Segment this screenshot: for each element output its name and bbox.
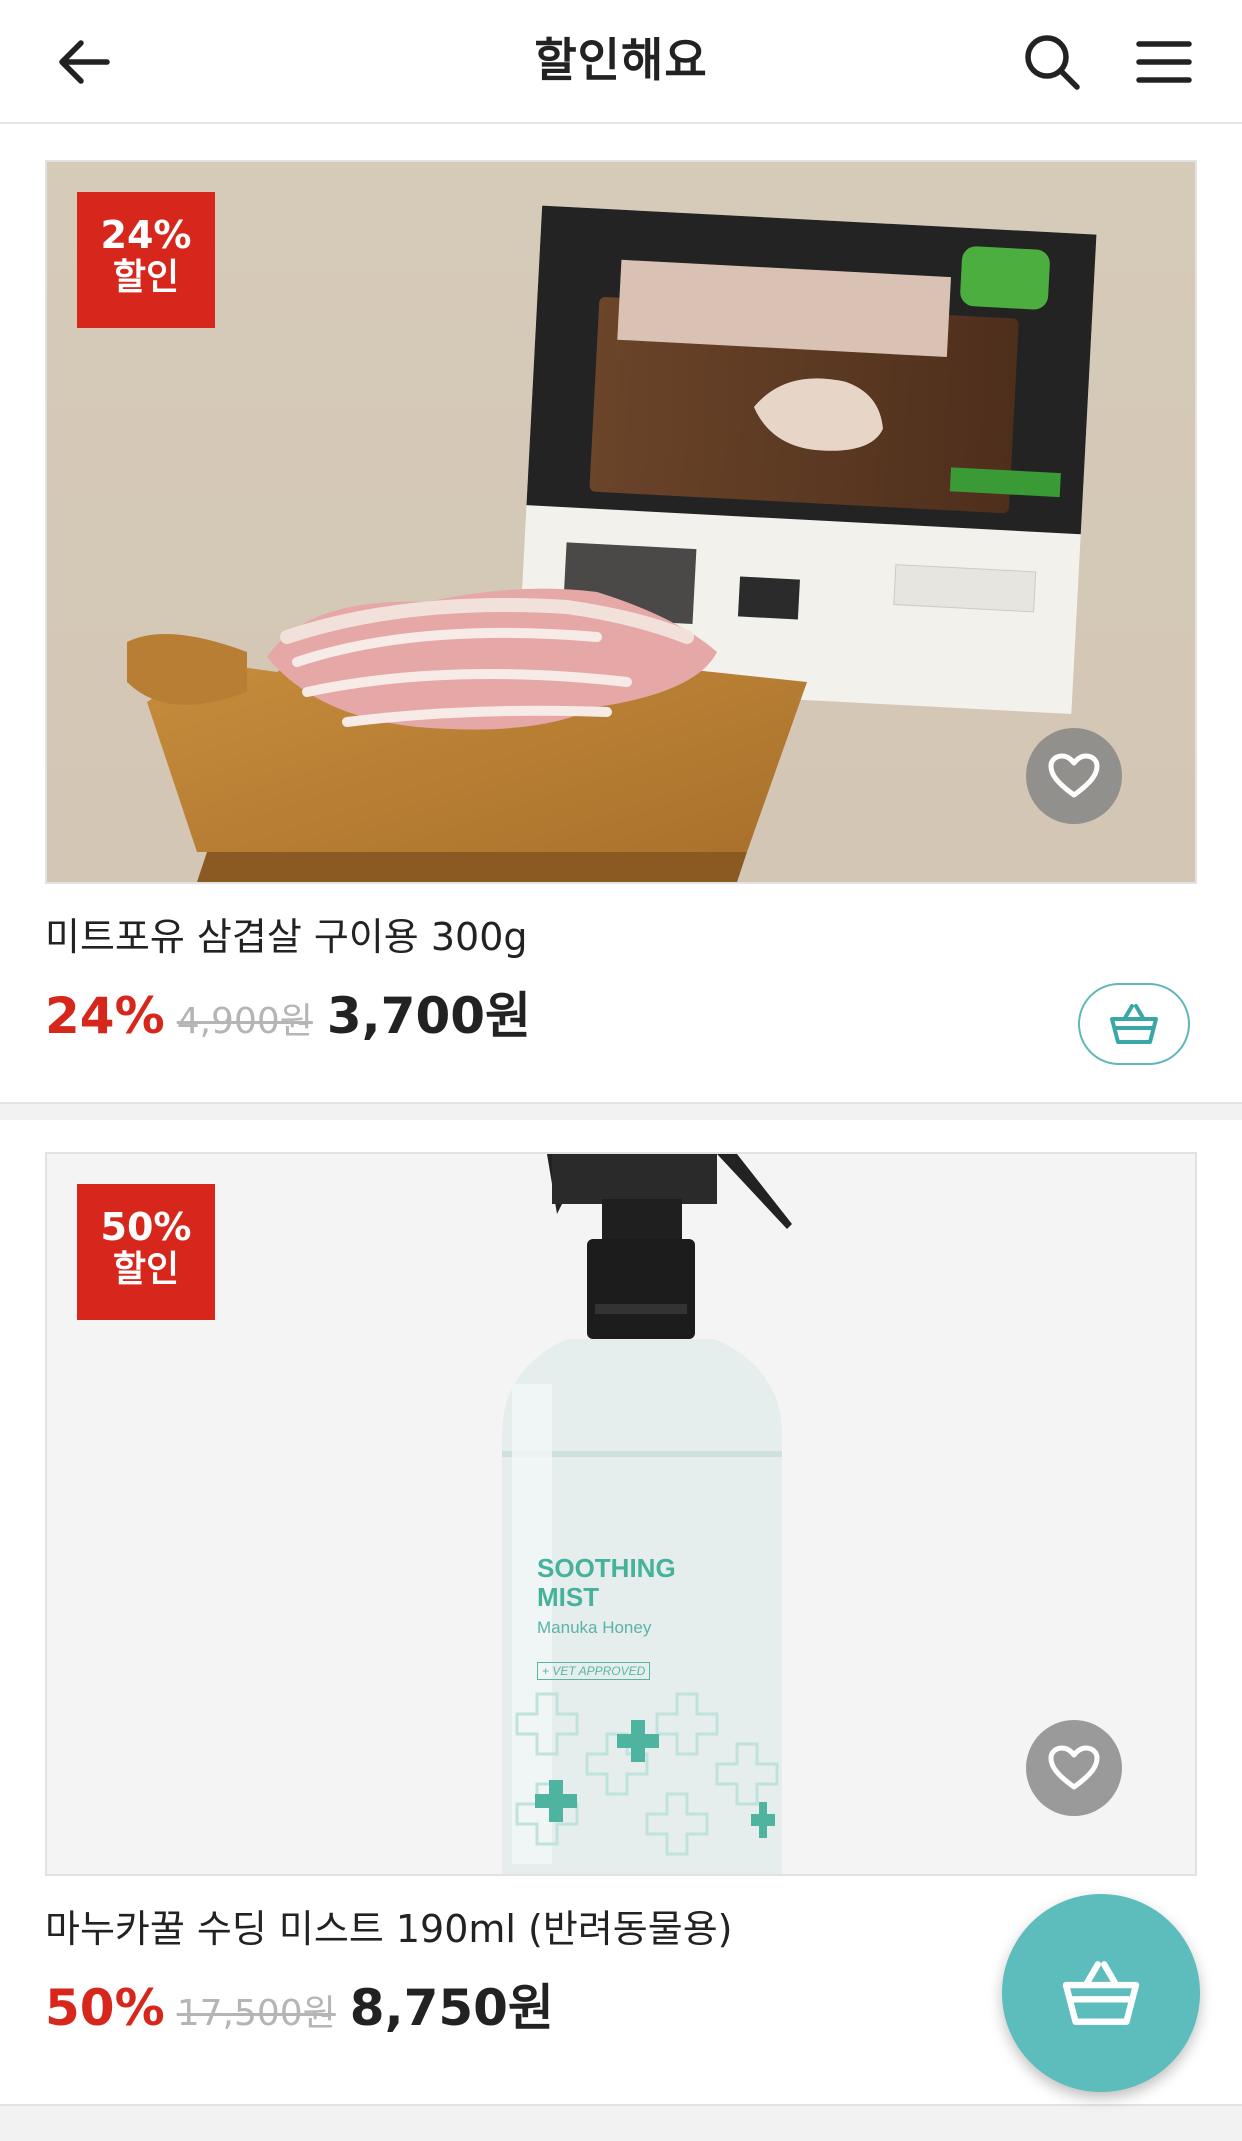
discount-percent: 50% [45, 1979, 165, 2037]
search-icon [1025, 35, 1080, 90]
original-price: 17,500원 [176, 1993, 336, 2034]
product-card[interactable]: 24% 할인 미트포유 삼겹살 구이용 300g 24% 4,900원 3,70… [0, 128, 1242, 1103]
menu-button[interactable] [1124, 0, 1204, 124]
product-image[interactable]: 24% 할인 [45, 160, 1197, 884]
product-image[interactable]: SOOTHING MIST Manuka Honey + VET APPROVE… [45, 1152, 1197, 1876]
heart-outline-icon [1048, 1745, 1100, 1790]
hamburger-menu-icon [1136, 41, 1192, 83]
shopping-basket-icon [1062, 1961, 1140, 2025]
top-app-bar: 할인해요 [0, 0, 1242, 124]
badge-label: 할인 [112, 257, 180, 298]
search-button[interactable] [1012, 0, 1092, 124]
badge-percent: 24% [100, 213, 192, 257]
bottle-text-line1: SOOTHING [537, 1553, 676, 1583]
shopping-basket-icon [1110, 1004, 1158, 1044]
wishlist-button[interactable] [1026, 1720, 1122, 1816]
badge-label: 할인 [112, 1249, 180, 1290]
card-divider [0, 1102, 1242, 1120]
bottle-label: SOOTHING MIST Manuka Honey + VET APPROVE… [537, 1554, 757, 1680]
meat-product-illustration [47, 162, 1195, 882]
sale-price: 8,750원 [349, 1979, 554, 2037]
product-name[interactable]: 마누카꿀 수딩 미스트 190ml (반려동물용) [45, 1898, 733, 1953]
sale-price: 3,700원 [326, 987, 532, 1045]
heart-outline-icon [1048, 753, 1100, 798]
bottle-text-line2: MIST [537, 1582, 600, 1612]
price-row: 24% 4,900원 3,700원 [45, 976, 531, 1046]
price-row: 50% 17,500원 8,750원 [45, 1968, 554, 2038]
mist-product-illustration [47, 1154, 1195, 1874]
card-divider [0, 2104, 1242, 2141]
bottle-text-line4: + VET APPROVED [537, 1662, 651, 1680]
discount-percent: 24% [45, 987, 165, 1045]
discount-badge: 50% 할인 [77, 1184, 215, 1320]
bottle-text-line3: Manuka Honey [537, 1618, 652, 1637]
floating-cart-button[interactable] [1002, 1894, 1200, 2092]
discount-badge: 24% 할인 [77, 192, 215, 328]
add-to-cart-button[interactable] [1078, 983, 1190, 1065]
wishlist-button[interactable] [1026, 728, 1122, 824]
badge-percent: 50% [100, 1205, 192, 1249]
original-price: 4,900원 [176, 1001, 313, 1042]
product-name[interactable]: 미트포유 삼겹살 구이용 300g [45, 906, 528, 961]
